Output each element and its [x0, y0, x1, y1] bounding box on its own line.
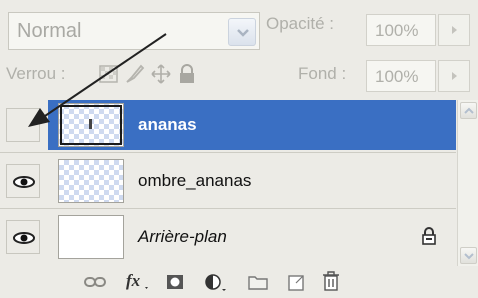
new-layer-icon[interactable]: [287, 274, 305, 297]
lock-pixels-icon[interactable]: [124, 63, 146, 85]
layer-thumbnail[interactable]: [58, 159, 124, 203]
layer-thumbnail[interactable]: [58, 215, 124, 259]
eye-icon: [13, 232, 35, 244]
layer-content[interactable]: ananas: [48, 100, 456, 150]
layer-content[interactable]: Arrière-plan: [48, 212, 456, 262]
blend-mode-value: Normal: [17, 20, 82, 42]
layer-name: ombre_ananas: [138, 171, 252, 190]
eye-icon: [13, 176, 35, 188]
fill-label: Fond :: [298, 64, 347, 83]
layers-scrollbar[interactable]: [457, 100, 478, 266]
visibility-toggle[interactable]: [6, 108, 40, 142]
fill-slider-arrow-icon[interactable]: [438, 60, 470, 92]
scroll-down-icon[interactable]: [460, 247, 477, 264]
layer-name: Arrière-plan: [138, 227, 227, 246]
fill-field[interactable]: 100%: [366, 60, 436, 92]
link-icon[interactable]: [84, 274, 106, 295]
fx-icon[interactable]: fx: [126, 271, 152, 296]
lock-transparency-icon[interactable]: [98, 63, 120, 85]
trash-icon[interactable]: [322, 271, 340, 296]
layer-row-ombre-ananas[interactable]: ombre_ananas: [0, 156, 456, 206]
folder-icon[interactable]: [248, 274, 268, 295]
layers-panel: Normal Opacité : 100% Verrou : Fond : 10…: [0, 0, 478, 298]
lock-position-icon[interactable]: [150, 63, 172, 85]
layer-name: ananas: [138, 115, 197, 134]
blend-mode-select[interactable]: Normal: [8, 12, 260, 50]
mask-icon[interactable]: [166, 274, 184, 295]
visibility-toggle[interactable]: [6, 164, 40, 198]
layer-row-arriere-plan[interactable]: Arrière-plan: [0, 212, 456, 262]
lock-all-icon[interactable]: [176, 63, 198, 85]
opacity-label: Opacité :: [266, 14, 335, 33]
scroll-up-icon[interactable]: [460, 102, 477, 119]
opacity-field[interactable]: 100%: [366, 14, 436, 46]
visibility-toggle[interactable]: [6, 220, 40, 254]
opacity-slider-arrow-icon[interactable]: [438, 14, 470, 46]
lock-label: Verrou :: [6, 64, 66, 83]
chevron-down-icon[interactable]: [228, 18, 256, 46]
lock-icon: [420, 226, 438, 251]
layer-thumbnail[interactable]: [58, 103, 124, 147]
layers-list: ananas ombre_ananas Arrière-plan: [0, 100, 456, 266]
layers-toolbar: fx: [0, 268, 478, 298]
adjustment-icon[interactable]: [204, 274, 228, 297]
layer-content[interactable]: ombre_ananas: [48, 156, 456, 206]
svg-text:fx: fx: [126, 271, 141, 290]
layer-row-ananas[interactable]: ananas: [0, 100, 456, 150]
